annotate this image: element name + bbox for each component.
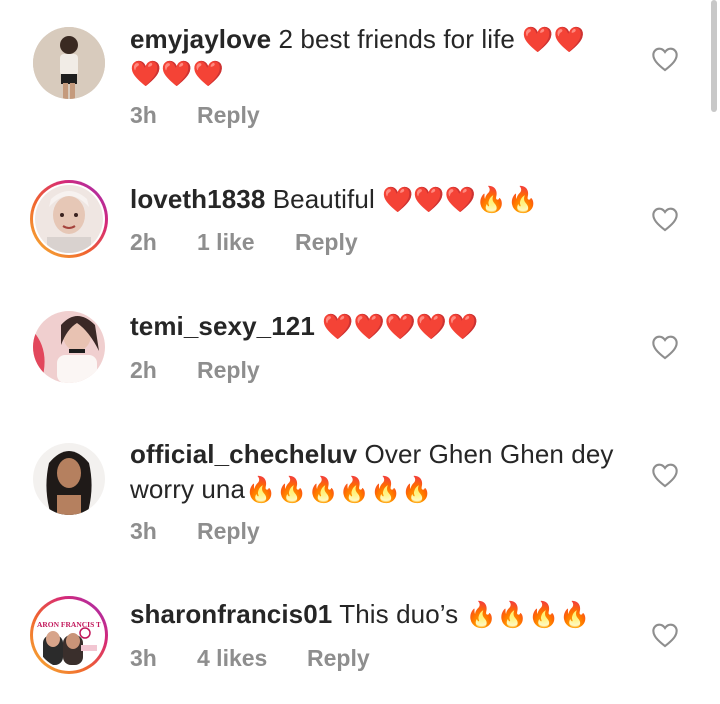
comment-body: Beautiful <box>272 184 375 214</box>
comment-text-line2: worry una🔥🔥🔥🔥🔥🔥 <box>130 472 630 507</box>
heart-outline-icon[interactable] <box>651 46 679 72</box>
heart-outline-icon[interactable] <box>651 206 679 232</box>
avatar[interactable] <box>30 180 108 258</box>
reply-button[interactable]: Reply <box>307 645 370 672</box>
timestamp: 3h <box>130 102 157 128</box>
emoji-group: ❤️❤️❤️❤️❤️ <box>322 312 479 341</box>
scrollbar[interactable] <box>711 0 717 112</box>
username[interactable]: loveth1838 <box>130 184 265 214</box>
comment-body: This duo’s <box>339 599 459 629</box>
comment-text: official_checheluv Over Ghen Ghen dey <box>130 437 630 472</box>
reply-button[interactable]: Reply <box>197 357 260 384</box>
heart-outline-icon[interactable] <box>651 334 679 360</box>
comment-meta: 2h Reply <box>130 357 260 384</box>
emoji-group: 🔥🔥🔥🔥🔥🔥 <box>245 475 433 504</box>
timestamp: 3h <box>130 518 157 544</box>
emoji-group: ❤️❤️ <box>522 25 585 54</box>
comment-body-cont: worry una <box>130 474 246 504</box>
timestamp: 2h <box>130 357 157 383</box>
like-count[interactable]: 1 like <box>197 229 295 256</box>
avatar[interactable] <box>30 24 108 102</box>
comment-text: temi_sexy_121 ❤️❤️❤️❤️❤️ <box>130 309 630 344</box>
reply-button[interactable]: Reply <box>197 102 260 129</box>
username[interactable]: temi_sexy_121 <box>130 311 315 341</box>
comment-meta: 3h Reply <box>130 518 260 545</box>
avatar[interactable] <box>30 308 108 386</box>
emoji-group: ❤️❤️❤️ <box>130 59 224 88</box>
comment-text: loveth1838 Beautiful ❤️❤️❤️🔥🔥 <box>130 182 630 217</box>
comment-body: Over Ghen Ghen dey <box>364 439 614 469</box>
heart-outline-icon[interactable] <box>651 622 679 648</box>
username[interactable]: sharonfrancis01 <box>130 599 332 629</box>
comment-text: emyjaylove 2 best friends for life ❤️❤️ <box>130 22 630 57</box>
username[interactable]: emyjaylove <box>130 24 271 54</box>
emoji-group: 🔥🔥🔥🔥 <box>465 600 591 629</box>
avatar[interactable] <box>30 440 108 518</box>
heart-outline-icon[interactable] <box>651 462 679 488</box>
username[interactable]: official_checheluv <box>130 439 357 469</box>
reply-button[interactable]: Reply <box>197 518 260 545</box>
reply-button[interactable]: Reply <box>295 229 358 256</box>
timestamp: 3h <box>130 645 157 671</box>
comment-meta: 2h 1 like Reply <box>130 229 358 256</box>
emoji-group: ❤️❤️❤️🔥🔥 <box>382 185 539 214</box>
timestamp: 2h <box>130 229 157 255</box>
comment-meta: 3h Reply <box>130 102 260 129</box>
comment-body: 2 best friends for life <box>278 24 515 54</box>
comment-text-line2: ❤️❤️❤️ <box>130 56 630 91</box>
avatar[interactable]: ARON FRANCIS T <box>30 596 108 674</box>
comment-meta: 3h 4 likes Reply <box>130 645 370 672</box>
like-count[interactable]: 4 likes <box>197 645 307 672</box>
comment-text: sharonfrancis01 This duo’s 🔥🔥🔥🔥 <box>130 597 630 632</box>
avatar-logo-text: ARON FRANCIS T <box>36 620 102 629</box>
